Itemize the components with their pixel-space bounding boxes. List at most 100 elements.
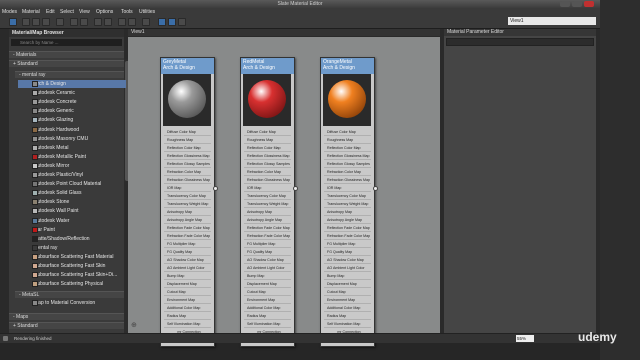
list-item[interactable]: Matte/Shadow/Reflection [18, 235, 126, 243]
map-slot[interactable]: Reflection Glossy Samples [244, 161, 291, 168]
output-socket[interactable] [293, 186, 298, 191]
group-mental-ray[interactable]: - mental ray [15, 71, 124, 78]
list-item[interactable]: Subsurface Scattering Fast Material [18, 253, 126, 261]
map-slot[interactable]: Diffuse Color Map [164, 129, 211, 136]
map-slot[interactable]: Reflection Glossiness Map [164, 153, 211, 160]
menu-material[interactable]: Material [22, 9, 40, 15]
list-item[interactable]: Autodesk Mirror [18, 162, 126, 170]
material-node[interactable]: OrangeMetal Arch & Design Diffuse Color Ma… [320, 57, 378, 347]
list-item[interactable]: Autodesk Wall Paint [18, 207, 126, 215]
map-slot[interactable]: Displacement Map [244, 281, 291, 288]
map-slot[interactable]: IOR Map [244, 185, 291, 192]
map-slot[interactable]: Refraction Color Map [324, 169, 371, 176]
map-slot[interactable]: FG Quality Map [244, 249, 291, 256]
map-slot[interactable]: AO Ambient Light Color [244, 265, 291, 272]
map-slot[interactable]: Anisotropy Angle Map [324, 217, 371, 224]
map-slot[interactable]: Cutout Map [324, 289, 371, 296]
list-item[interactable]: Car Paint [18, 226, 126, 234]
hide-unused-icon[interactable] [128, 18, 136, 26]
material-node[interactable]: RedMetal Arch & Design Diffuse Color Map Ro… [240, 57, 298, 347]
map-slot[interactable]: Additional Color Map [244, 305, 291, 312]
output-socket[interactable] [373, 186, 378, 191]
map-slot[interactable]: Refraction Fade Color Map [324, 233, 371, 240]
show-params-icon[interactable] [168, 18, 176, 26]
list-item[interactable]: Autodesk Generic [18, 107, 126, 115]
map-slot[interactable]: AO Ambient Light Color [324, 265, 371, 272]
map-slot[interactable]: FG Quality Map [164, 249, 211, 256]
map-slot[interactable]: Reflection Fade Color Map [164, 225, 211, 232]
map-slot[interactable]: Diffuse Color Map [324, 129, 371, 136]
map-slot[interactable]: Anisotropy Map [324, 209, 371, 216]
list-item[interactable]: Autodesk Masonry CMU [18, 135, 126, 143]
map-slot[interactable]: Diffuse Color Map [244, 129, 291, 136]
menu-utilities[interactable]: Utilities [139, 9, 155, 15]
list-item[interactable]: Autodesk Ceramic [18, 89, 126, 97]
map-slot[interactable]: Translucency Color Map [324, 193, 371, 200]
put-to-scene-icon[interactable] [32, 18, 40, 26]
map-slot[interactable]: Reflection Color Map [244, 145, 291, 152]
node-header[interactable]: OrangeMetal Arch & Design [321, 58, 374, 74]
map-slot[interactable]: Refraction Glossiness Map [164, 177, 211, 184]
maximize-button[interactable] [572, 1, 582, 7]
map-slot[interactable]: Refraction Glossiness Map [244, 177, 291, 184]
list-item[interactable]: Arch & Design [18, 80, 126, 88]
map-slot[interactable]: Cutout Map [164, 289, 211, 296]
map-slot[interactable]: Refraction Fade Color Map [244, 233, 291, 240]
map-slot[interactable]: Displacement Map [324, 281, 371, 288]
menu-tools[interactable]: Tools [121, 9, 133, 15]
map-slot[interactable]: Bump Map [324, 273, 371, 280]
menu-edit[interactable]: Edit [46, 9, 55, 15]
view-tab[interactable]: View1 [128, 29, 440, 36]
map-slot[interactable]: Radius Map [164, 313, 211, 320]
map-slot[interactable]: Reflection Color Map [164, 145, 211, 152]
map-slot[interactable]: Translucency Weight Map [164, 201, 211, 208]
map-slot[interactable]: Anisotropy Map [244, 209, 291, 216]
map-slot[interactable]: Refraction Fade Color Map [164, 233, 211, 240]
list-item[interactable]: Autodesk Metal [18, 144, 126, 152]
map-slot[interactable]: Environment Map [244, 297, 291, 304]
map-slot[interactable]: Environment Map [324, 297, 371, 304]
map-slot[interactable]: Self Illumination Map [244, 321, 291, 328]
group-standard[interactable]: + Standard [9, 60, 124, 67]
map-slot[interactable]: Roughness Map [244, 137, 291, 144]
minimize-button[interactable] [560, 1, 570, 7]
parameter-name-field[interactable] [446, 38, 594, 46]
list-item[interactable]: Autodesk Solid Glass [18, 189, 126, 197]
map-slot[interactable]: IOR Map [324, 185, 371, 192]
map-slot[interactable]: Anisotropy Map [164, 209, 211, 216]
map-slot[interactable]: Cutout Map [244, 289, 291, 296]
map-slot[interactable]: Reflection Fade Color Map [324, 225, 371, 232]
list-item[interactable]: Autodesk Plastic/Vinyl [18, 171, 126, 179]
map-slot[interactable]: Translucency Weight Map [244, 201, 291, 208]
map-slot[interactable]: Anisotropy Angle Map [244, 217, 291, 224]
list-item[interactable]: mental ray [18, 244, 126, 252]
pick-material-icon[interactable] [22, 18, 30, 26]
map-slot[interactable]: Environment Map [164, 297, 211, 304]
group-materials[interactable]: - Materials [9, 51, 124, 58]
map-slot[interactable]: Additional Color Map [164, 305, 211, 312]
map-slot[interactable]: Additional Color Map [324, 305, 371, 312]
node-view[interactable]: GreyMetal Arch & Design Diffuse Color Map R… [128, 37, 440, 347]
list-item[interactable]: Autodesk Water [18, 217, 126, 225]
map-slot[interactable]: AO Shadow Color Map [164, 257, 211, 264]
list-item[interactable]: Subsurface Scattering Physical [18, 280, 126, 288]
delete-icon[interactable] [56, 18, 64, 26]
list-item[interactable]: Autodesk Metallic Paint [18, 153, 126, 161]
search-input[interactable]: Search by Name ... [11, 39, 122, 46]
map-slot[interactable]: Anisotropy Angle Map [164, 217, 211, 224]
map-slot[interactable]: Reflection Glossiness Map [324, 153, 371, 160]
map-slot[interactable]: Reflection Fade Color Map [244, 225, 291, 232]
map-slot[interactable]: Reflection Glossy Samples [164, 161, 211, 168]
map-slot[interactable]: AO Ambient Light Color [164, 265, 211, 272]
view-selector[interactable]: View1 [508, 17, 596, 25]
map-slot[interactable]: Translucency Color Map [164, 193, 211, 200]
map-slot[interactable]: Radius Map [244, 313, 291, 320]
list-item[interactable]: Autodesk Point Cloud Material [18, 180, 126, 188]
material-id-icon[interactable] [70, 18, 78, 26]
navigator-icon[interactable]: ⊕ [131, 322, 138, 329]
map-slot[interactable]: FG Quality Map [324, 249, 371, 256]
map-slot[interactable]: Displacement Map [164, 281, 211, 288]
node-header[interactable]: GreyMetal Arch & Design [161, 58, 214, 74]
close-button[interactable] [584, 1, 594, 7]
map-slot[interactable]: Refraction Glossiness Map [324, 177, 371, 184]
